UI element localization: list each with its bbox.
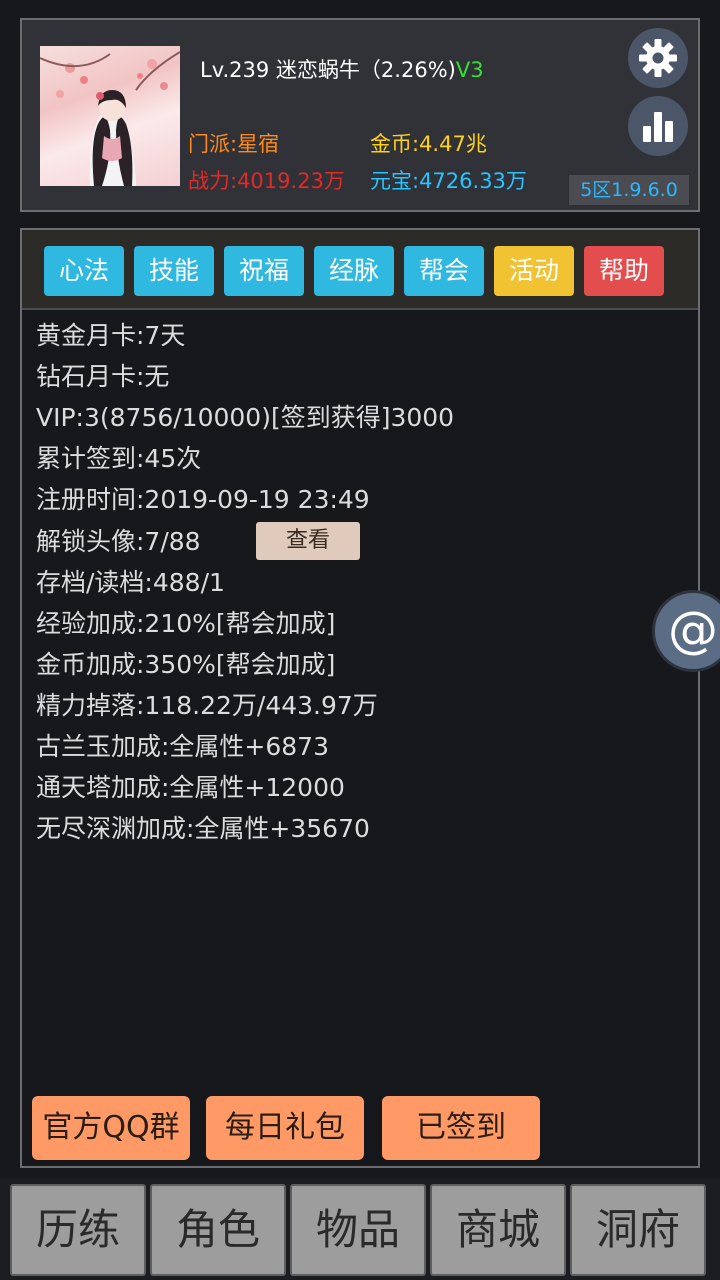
nav-shop[interactable]: 商城 [430,1184,566,1276]
server-version-badge: 5区1.9.6.0 [568,174,690,206]
main-panel: 心法 技能 祝福 经脉 帮会 活动 帮助 黄金月卡:7天 钻石月卡:无 VIP:… [20,228,700,1168]
avatar-illustration [40,51,180,186]
tab-guild[interactable]: 帮会 [404,246,484,296]
view-avatars-button[interactable]: 查看 [256,522,360,560]
info-vip: VIP:3(8756/10000)[签到获得]3000 [36,403,455,432]
nav-items[interactable]: 物品 [290,1184,426,1276]
power-label: 战力:4019.23万 [188,169,345,193]
info-gold-bonus: 金币加成:350%[帮会加成] [36,650,336,679]
info-energy-drop: 精力掉落:118.22万/443.97万 [36,691,378,720]
tab-meridian[interactable]: 经脉 [314,246,394,296]
gold-label: 金币:4.47兆 [370,132,487,156]
tab-help[interactable]: 帮助 [584,246,664,296]
nav-training[interactable]: 历练 [10,1184,146,1276]
sect-label: 门派:星宿 [188,132,280,156]
player-level-name: Lv.239 迷恋蜗牛（2.26%)V3 [200,54,484,84]
level-text: Lv.239 迷恋蜗牛（2.26%) [200,58,456,82]
qq-group-button[interactable]: 官方QQ群 [32,1096,190,1160]
info-checkin-total: 累计签到:45次 [36,444,202,473]
info-exp-bonus: 经验加成:210%[帮会加成] [36,609,336,638]
info-save-load: 存档/读档:488/1 [36,568,225,597]
tab-skills[interactable]: 技能 [134,246,214,296]
profile-card: Lv.239 迷恋蜗牛（2.26%)V3 门派:星宿 金币:4.47兆 战力:4… [20,18,700,212]
yuanbao-label: 元宝:4726.33万 [370,169,527,193]
avatar[interactable] [40,46,180,186]
tab-xinfa[interactable]: 心法 [44,246,124,296]
info-tower-bonus: 通天塔加成:全属性+12000 [36,773,345,802]
tab-blessing[interactable]: 祝福 [224,246,304,296]
info-gulanyu-bonus: 古兰玉加成:全属性+6873 [36,732,329,761]
bar-chart-icon [643,112,673,142]
daily-gift-button[interactable]: 每日礼包 [206,1096,364,1160]
info-abyss-bonus: 无尽深渊加成:全属性+35670 [36,814,370,843]
nav-cave[interactable]: 洞府 [570,1184,706,1276]
tab-bar: 心法 技能 祝福 经脉 帮会 活动 帮助 [22,230,698,310]
info-register-time: 注册时间:2019-09-19 23:49 [36,485,370,514]
settings-button[interactable] [628,28,688,88]
info-gold-card: 黄金月卡:7天 [36,321,186,350]
bottom-nav: 历练 角色 物品 商城 洞府 [0,1178,720,1280]
tab-events[interactable]: 活动 [494,246,574,296]
ranking-button[interactable] [628,96,688,156]
signed-in-button[interactable]: 已签到 [382,1096,540,1160]
info-diamond-card: 钻石月卡:无 [36,362,170,391]
info-avatars-unlocked: 解锁头像:7/88 [36,527,201,556]
gear-icon [639,39,677,77]
vip-badge: V3 [455,58,484,82]
nav-character[interactable]: 角色 [150,1184,286,1276]
